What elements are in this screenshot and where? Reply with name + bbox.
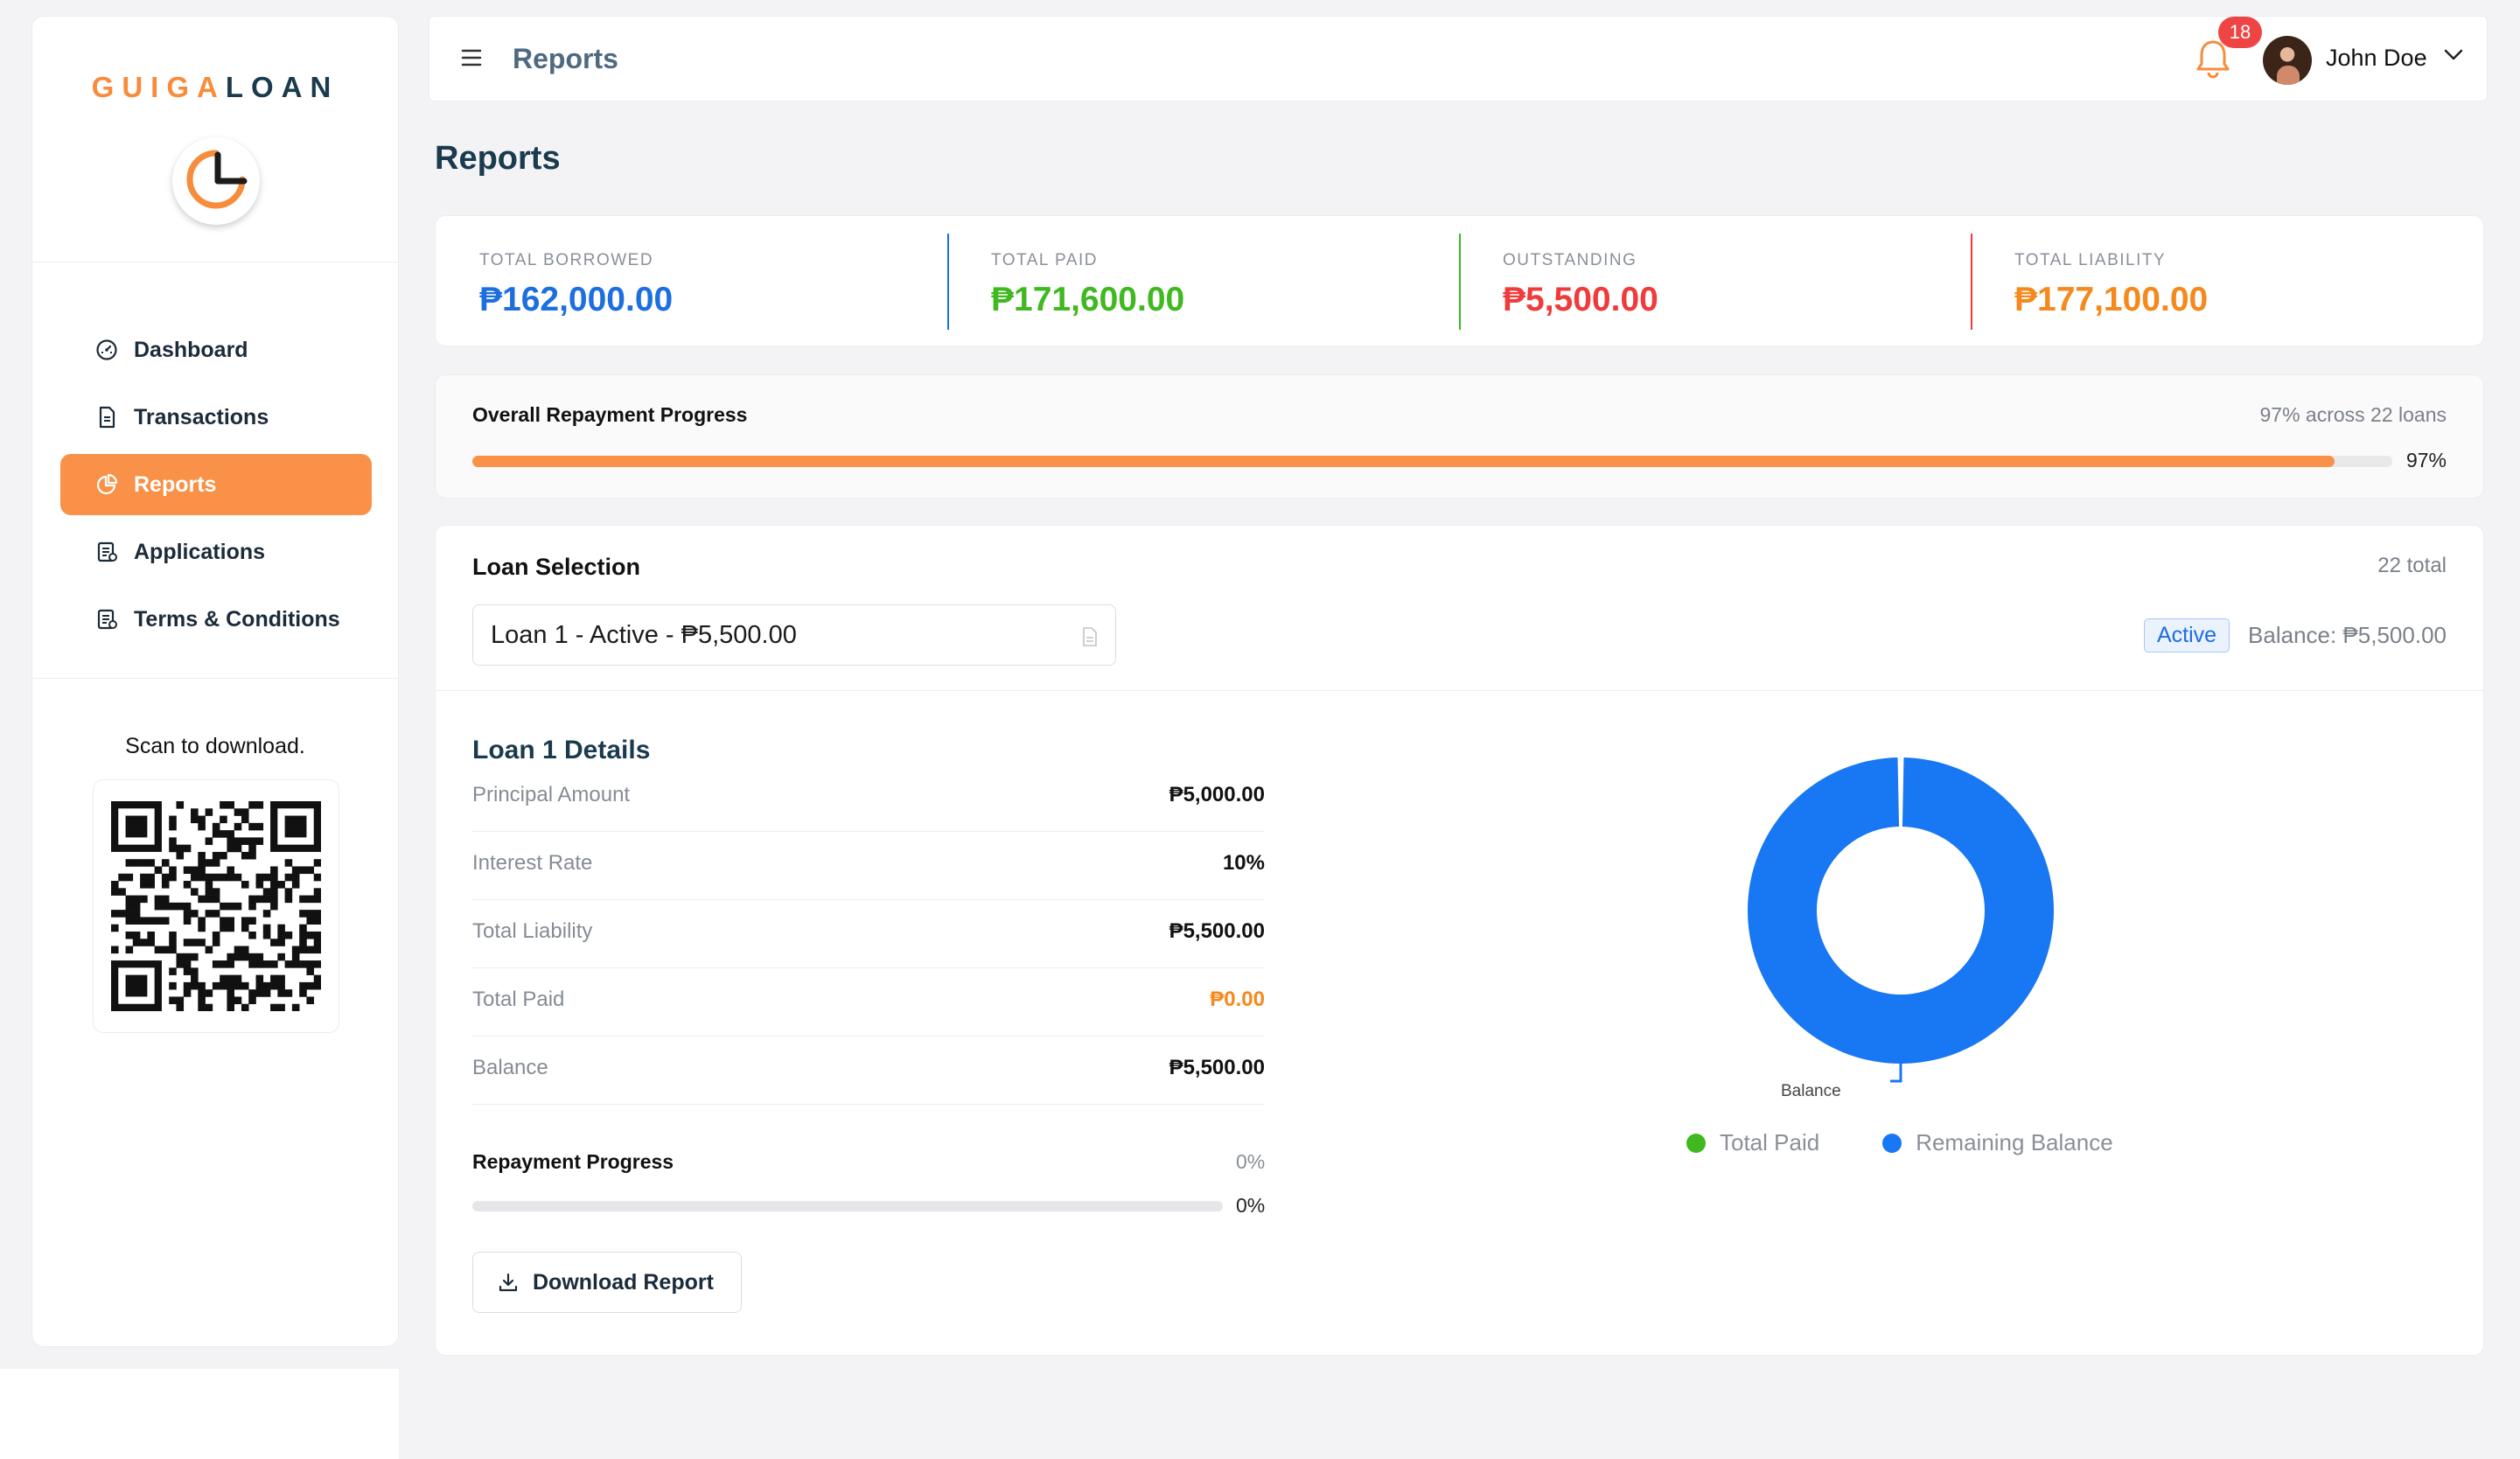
sidebar-divider — [32, 678, 398, 679]
detail-value: ₱0.00 — [1210, 988, 1265, 1011]
sidebar-item-reports[interactable]: Reports — [60, 454, 372, 515]
legend-swatch — [1882, 1133, 1902, 1153]
clipboard-icon — [95, 541, 118, 563]
detail-label: Interest Rate — [472, 851, 593, 875]
legend-item-remaining-balance[interactable]: Remaining Balance — [1882, 1129, 2113, 1156]
loan-details-title: Loan 1 Details — [472, 736, 651, 764]
pie-chart-icon — [95, 473, 118, 496]
repayment-progress-summary: 0% — [1236, 1150, 1266, 1173]
menu-toggle-icon[interactable] — [461, 48, 482, 72]
stat-value: ₱162,000.00 — [479, 281, 674, 318]
brand-logo-icon — [172, 137, 260, 225]
legend-label: Total Paid — [1720, 1129, 1820, 1155]
stats-card: TOTAL BORROWED ₱162,000.00 TOTAL PAID ₱1… — [435, 215, 2484, 346]
legend-item-total-paid[interactable]: Total Paid — [1686, 1129, 1819, 1156]
loan-select-value: Loan 1 - Active - ₱5,500.00 — [491, 620, 797, 649]
detail-label: Total Paid — [472, 988, 565, 1011]
detail-row-total-paid: Total Paid ₱0.00 — [472, 968, 1265, 1037]
chart-legend: Total Paid Remaining Balance — [1686, 1129, 2176, 1156]
detail-label: Principal Amount — [472, 783, 631, 806]
donut-slice-remaining-balance[interactable] — [1748, 757, 2054, 1064]
stat-value: ₱177,100.00 — [2014, 281, 2209, 318]
stat-label: TOTAL LIABILITY — [2014, 251, 2167, 269]
header-title: Reports — [513, 43, 618, 74]
overall-progress-summary: 97% across 22 loans — [2259, 403, 2447, 426]
stat-label: TOTAL PAID — [991, 251, 1098, 269]
sidebar-item-label: Dashboard — [134, 337, 248, 362]
stat-label: OUTSTANDING — [1503, 251, 1637, 269]
overall-progress-card: Overall Repayment Progress 97% across 22… — [435, 374, 2484, 499]
chevron-down-icon[interactable] — [2443, 48, 2464, 66]
page-title: Reports — [435, 140, 561, 177]
qr-code — [93, 779, 339, 1033]
detail-row-balance: Balance ₱5,500.00 — [472, 1037, 1265, 1105]
detail-value: 10% — [1222, 851, 1265, 875]
sidebar-item-label: Applications — [134, 539, 266, 564]
download-button-label: Download Report — [533, 1269, 714, 1295]
detail-value: ₱5,000.00 — [1169, 783, 1265, 806]
dashboard-gauge-icon — [95, 339, 118, 361]
avatar[interactable] — [2263, 36, 2312, 85]
repayment-progress-track — [472, 1201, 1223, 1211]
overall-progress-fill — [472, 456, 2335, 467]
sidebar-item-label: Transactions — [134, 404, 269, 429]
sidebar: GUIGALOAN Dashboard Transactions Reports — [31, 16, 399, 1347]
detail-value: ₱5,500.00 — [1169, 1056, 1265, 1079]
loan-selection-title: Loan Selection — [472, 554, 641, 580]
chart-annotation-balance: Balance — [1781, 1082, 1841, 1100]
sidebar-item-transactions[interactable]: Transactions — [60, 387, 372, 448]
download-icon — [498, 1272, 519, 1293]
sidebar-item-label: Reports — [134, 471, 217, 497]
stat-total-paid: TOTAL PAID ₱171,600.00 — [947, 216, 1459, 347]
loan-donut-chart — [1748, 757, 2054, 1083]
overall-progress-track — [472, 456, 2392, 467]
annotation-leader-line — [1890, 1064, 1902, 1083]
document-icon — [95, 406, 118, 429]
detail-row-interest: Interest Rate 10% — [472, 832, 1265, 900]
top-bar: Reports 18 John Doe — [429, 16, 2488, 101]
brand-part2: LOAN — [225, 71, 339, 103]
loan-balance-text: Balance: ₱5,500.00 — [2248, 622, 2447, 648]
stat-total-borrowed: TOTAL BORROWED ₱162,000.00 — [436, 216, 947, 347]
repayment-progress-percent: 0% — [1236, 1194, 1266, 1217]
detail-row-total-liability: Total Liability ₱5,500.00 — [472, 900, 1265, 968]
sidebar-item-applications[interactable]: Applications — [60, 521, 372, 583]
scan-to-download-text: Scan to download. — [125, 734, 305, 758]
user-name[interactable]: John Doe — [2326, 45, 2427, 72]
sidebar-item-label: Terms & Conditions — [134, 606, 340, 632]
sidebar-item-dashboard[interactable]: Dashboard — [60, 319, 372, 380]
brand-logo-text: GUIGALOAN — [32, 71, 398, 104]
sidebar-footer-area — [0, 1369, 399, 1459]
clipboard-list-icon — [95, 608, 118, 631]
loan-card: Loan Selection 22 total Loan 1 - Active … — [435, 525, 2484, 1356]
download-report-button[interactable]: Download Report — [472, 1252, 742, 1313]
brand-part1: GUIGA — [91, 71, 226, 103]
loan-total-count: 22 total — [2377, 554, 2447, 577]
stat-label: TOTAL BORROWED — [479, 251, 654, 269]
status-badge: Active — [2144, 618, 2230, 653]
detail-row-principal: Principal Amount ₱5,000.00 — [472, 764, 1265, 832]
repayment-progress-title: Repayment Progress — [472, 1150, 674, 1173]
stat-value: ₱171,600.00 — [991, 281, 1185, 318]
qr-code-icon — [111, 801, 321, 1011]
detail-label: Balance — [472, 1056, 548, 1079]
stat-outstanding: OUTSTANDING ₱5,500.00 — [1459, 216, 1971, 347]
detail-value: ₱5,500.00 — [1169, 919, 1265, 943]
stat-value: ₱5,500.00 — [1503, 281, 1658, 318]
overall-progress-title: Overall Repayment Progress — [472, 403, 748, 426]
loan-select-dropdown[interactable]: Loan 1 - Active - ₱5,500.00 — [472, 604, 1116, 666]
detail-label: Total Liability — [472, 919, 593, 943]
notification-count-badge: 18 — [2218, 17, 2262, 48]
legend-label: Remaining Balance — [1916, 1129, 2113, 1155]
document-icon — [1082, 625, 1098, 653]
legend-swatch — [1686, 1133, 1706, 1153]
card-divider — [436, 690, 2483, 691]
overall-progress-percent: 97% — [2405, 449, 2447, 471]
sidebar-item-terms[interactable]: Terms & Conditions — [60, 589, 372, 650]
sidebar-nav: Dashboard Transactions Reports Applicati… — [60, 319, 372, 656]
stat-total-liability: TOTAL LIABILITY ₱177,100.00 — [1971, 216, 2482, 347]
